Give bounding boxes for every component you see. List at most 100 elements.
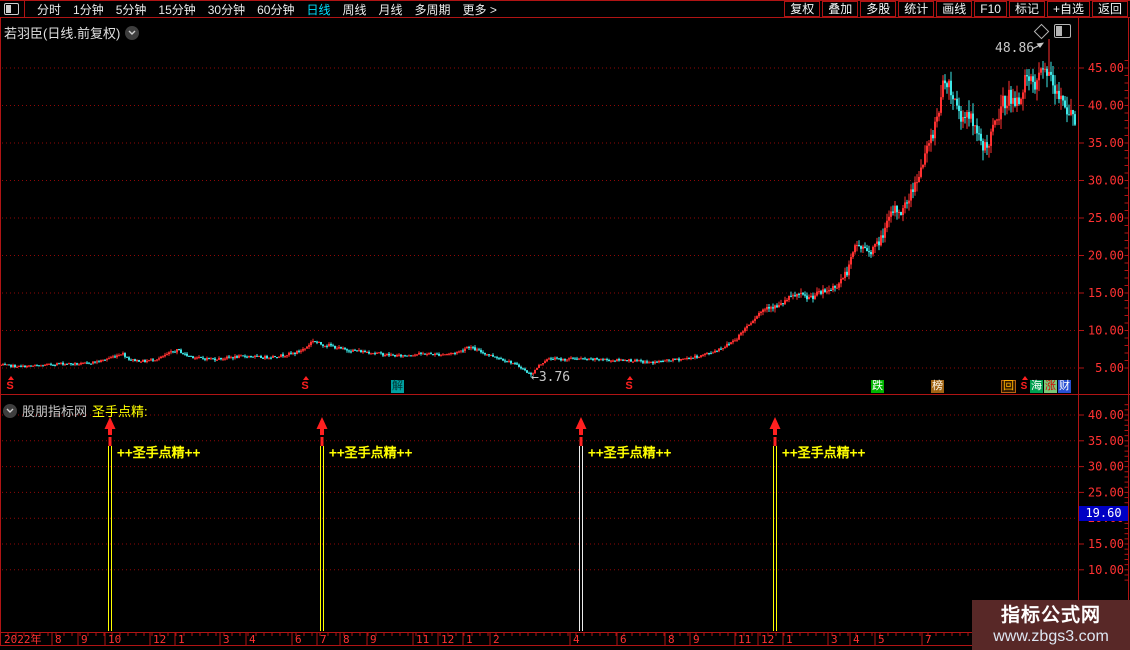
svg-text:11: 11: [738, 633, 751, 646]
svg-text:25.00: 25.00: [1088, 485, 1124, 499]
svg-text:10.00: 10.00: [1088, 324, 1124, 338]
period-tab-多周期[interactable]: 多周期: [415, 1, 451, 18]
toolbar-button-多股[interactable]: 多股: [860, 1, 897, 17]
toolbar-button-叠加[interactable]: 叠加: [822, 1, 859, 17]
svg-text:8: 8: [55, 633, 62, 646]
svg-text:9: 9: [81, 633, 88, 646]
svg-text:12: 12: [153, 633, 166, 646]
chart-canvas[interactable]: 45.0040.0035.0030.0025.0020.0015.0010.00…: [0, 0, 1130, 650]
svg-text:6: 6: [620, 633, 627, 646]
watermark-url: www.zbgs3.com: [993, 627, 1109, 645]
xr-mark[interactable]: S: [1019, 376, 1029, 393]
svg-text:9: 9: [693, 633, 700, 646]
svg-text:8: 8: [343, 633, 350, 646]
toolbar-button-F10[interactable]: F10: [974, 1, 1007, 17]
period-tab-周线[interactable]: 周线: [342, 1, 366, 18]
toolbar-button-标记[interactable]: 标记: [1008, 1, 1045, 17]
svg-text:3: 3: [831, 633, 838, 646]
svg-text:5: 5: [878, 633, 885, 646]
toolbar-button-+自选[interactable]: +自选: [1046, 1, 1090, 17]
svg-text:1: 1: [786, 633, 793, 646]
period-tab-5分钟[interactable]: 5分钟: [116, 1, 147, 18]
svg-text:12: 12: [761, 633, 774, 646]
split-view-icon[interactable]: [1054, 24, 1071, 38]
svg-text:++圣手点精++: ++圣手点精++: [782, 445, 865, 461]
event-tag-回[interactable]: 回: [1001, 380, 1016, 393]
toolbar-button-画线[interactable]: 画线: [936, 1, 973, 17]
period-tab-30分钟[interactable]: 30分钟: [208, 1, 245, 18]
svg-text:12: 12: [441, 633, 454, 646]
indicator-name-label[interactable]: 圣手点精:: [92, 401, 148, 420]
svg-text:15.00: 15.00: [1088, 286, 1124, 300]
svg-text:++圣手点精++: ++圣手点精++: [588, 445, 671, 461]
svg-text:6: 6: [295, 633, 302, 646]
svg-text:3: 3: [223, 633, 230, 646]
toolbar-button-返回[interactable]: 返回: [1091, 1, 1128, 17]
svg-text:10.00: 10.00: [1088, 563, 1124, 577]
event-tag-跌[interactable]: 跌: [871, 380, 884, 393]
svg-text:48.86: 48.86: [995, 41, 1034, 56]
chevron-down-icon[interactable]: [125, 25, 140, 40]
svg-text:9: 9: [370, 633, 377, 646]
window-split-icon[interactable]: [4, 3, 19, 15]
svg-text:++圣手点精++: ++圣手点精++: [117, 445, 200, 461]
app-window: 45.00 40.00 35.00 30.00 25.00 20.00 15.00 10.00…: [0, 0, 1130, 650]
svg-text:8: 8: [668, 633, 675, 646]
toolbar-button-复权[interactable]: 复权: [784, 1, 821, 17]
chevron-down-icon[interactable]: [3, 403, 17, 418]
event-tag-解[interactable]: 解: [391, 380, 404, 393]
svg-text:40.00: 40.00: [1088, 408, 1124, 422]
symbol-title: 若羽臣(日线.前复权): [4, 26, 121, 41]
svg-text:35.00: 35.00: [1088, 136, 1124, 150]
svg-text:35.00: 35.00: [1088, 434, 1124, 448]
xr-mark[interactable]: S: [5, 376, 15, 393]
period-tab-更多 >[interactable]: 更多 >: [463, 1, 497, 18]
diamond-icon[interactable]: [1033, 23, 1050, 39]
svg-text:←3.76: ←3.76: [531, 370, 570, 385]
svg-text:7: 7: [320, 633, 327, 646]
svg-text:15.00: 15.00: [1088, 537, 1124, 551]
svg-text:40.00: 40.00: [1088, 99, 1124, 113]
xr-mark[interactable]: S: [624, 376, 634, 393]
svg-text:20.00: 20.00: [1088, 249, 1124, 263]
toolbar-button-统计[interactable]: 统计: [898, 1, 935, 17]
svg-text:30.00: 30.00: [1088, 460, 1124, 474]
svg-text:4: 4: [249, 633, 256, 646]
svg-text:1: 1: [466, 633, 473, 646]
indicator-last-value-badge: 19.60: [1079, 506, 1128, 521]
period-menu: 分时 1分钟 5分钟 15分钟 30分钟 60分钟 日线 周线 月线 多周期 更多 >: [0, 1, 503, 17]
chart-corner-icons: [1033, 23, 1071, 39]
svg-text:++圣手点精++: ++圣手点精++: [329, 445, 412, 461]
svg-text:5.00: 5.00: [1095, 361, 1124, 375]
svg-text:1: 1: [178, 633, 185, 646]
svg-text:2022年: 2022年: [4, 632, 42, 646]
svg-text:4: 4: [853, 633, 860, 646]
period-tab-日线[interactable]: 日线: [306, 1, 330, 18]
xr-mark[interactable]: S: [300, 376, 310, 393]
event-tag-榜[interactable]: 榜: [931, 380, 944, 393]
watermark-title: 指标公式网: [1000, 604, 1101, 626]
top-toolbar: 分时 1分钟 5分钟 15分钟 30分钟 60分钟 日线 周线 月线 多周期 更多 > 复权 叠加 多股…: [0, 0, 1130, 18]
svg-text:30.00: 30.00: [1088, 174, 1124, 188]
indicator-header: 股朋指标网 圣手点精:: [3, 401, 148, 420]
period-tab-月线[interactable]: 月线: [379, 1, 403, 18]
indicator-source-label: 股朋指标网: [22, 404, 88, 419]
event-tag-财[interactable]: 财: [1058, 380, 1071, 393]
event-tag-涨[interactable]: 涨: [1044, 380, 1057, 393]
watermark: 指标公式网 www.zbgs3.com: [972, 600, 1130, 650]
svg-text:2: 2: [493, 633, 500, 646]
svg-text:7: 7: [925, 633, 932, 646]
svg-text:4: 4: [573, 633, 580, 646]
period-tab-15分钟[interactable]: 15分钟: [158, 1, 195, 18]
period-tab-分时[interactable]: 分时: [37, 1, 61, 18]
toolbar-divider: [24, 1, 25, 17]
chart-title: 若羽臣(日线.前复权): [4, 23, 140, 42]
period-tab-1分钟[interactable]: 1分钟: [73, 1, 104, 18]
event-tag-海[interactable]: 海: [1030, 380, 1043, 393]
svg-text:45.00: 45.00: [1088, 61, 1124, 75]
period-tab-60分钟[interactable]: 60分钟: [257, 1, 294, 18]
svg-text:11: 11: [416, 633, 429, 646]
svg-text:25.00: 25.00: [1088, 211, 1124, 225]
cutoff-bottom-strip: [0, 646, 1130, 650]
svg-text:10: 10: [108, 633, 121, 646]
